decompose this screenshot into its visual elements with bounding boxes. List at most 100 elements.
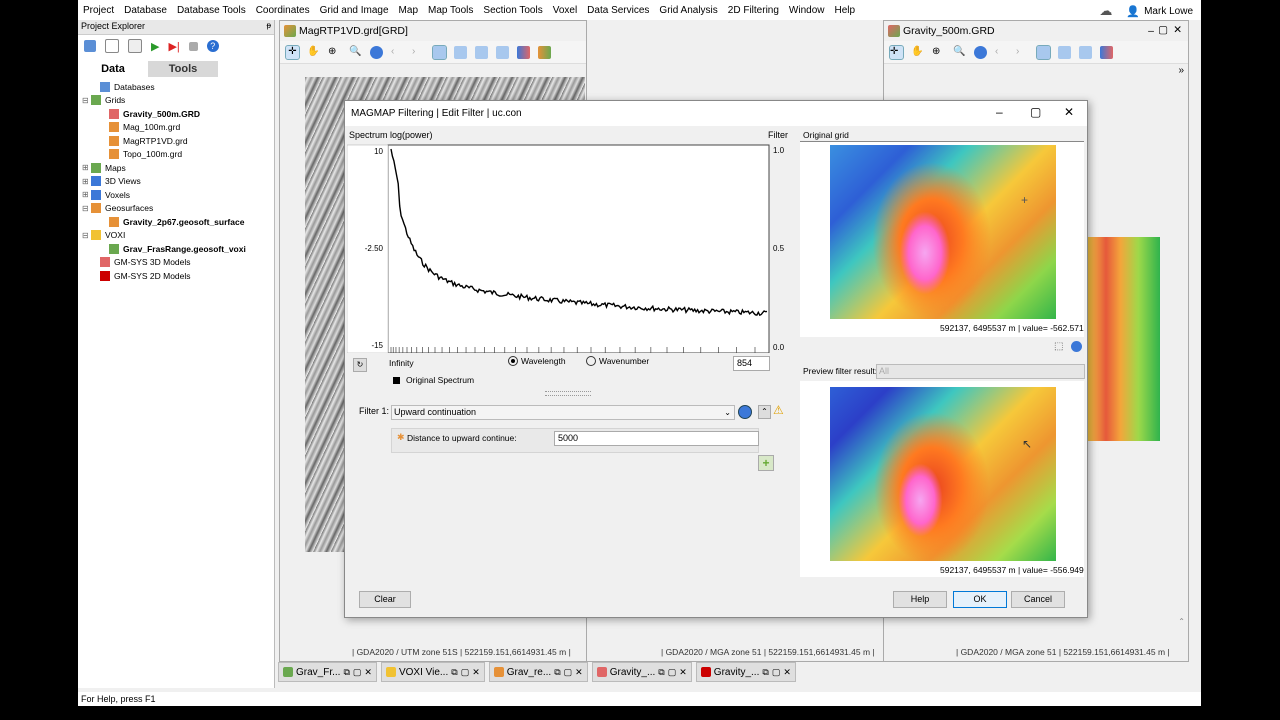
gravity-grid-image[interactable]: [1088, 237, 1160, 441]
forward-icon[interactable]: ›: [412, 46, 425, 59]
color-tool-icon[interactable]: [1100, 45, 1113, 59]
tree-item[interactable]: Topo_100m.grd: [82, 148, 272, 162]
expand-icon[interactable]: ⊞: [82, 163, 91, 172]
original-grid-image[interactable]: [830, 145, 1056, 319]
close-icon[interactable]: ✕: [472, 667, 480, 678]
shade-tool-icon[interactable]: [538, 45, 551, 59]
globe-icon[interactable]: [370, 45, 383, 59]
restore-icon[interactable]: ⧉: [451, 667, 457, 678]
pan-tool-icon[interactable]: ✋: [307, 46, 320, 59]
wavelength-input[interactable]: 854: [733, 356, 770, 371]
close-icon[interactable]: ✕: [364, 667, 372, 678]
menu-item-coordinates[interactable]: Coordinates: [251, 5, 315, 16]
close-icon[interactable]: ✕: [679, 667, 687, 678]
layout-tool-2-icon[interactable]: [454, 45, 467, 59]
select-tool-icon[interactable]: ✛: [285, 44, 300, 60]
filter-info-icon[interactable]: [738, 405, 752, 419]
layout-tool-3-icon[interactable]: [475, 45, 488, 59]
tree-item[interactable]: Databases: [82, 80, 272, 94]
clear-button[interactable]: Clear: [359, 591, 411, 608]
close-icon[interactable]: ✕: [575, 667, 583, 678]
scroll-up-icon[interactable]: ⌃: [1178, 617, 1185, 626]
menu-item-project[interactable]: Project: [78, 5, 119, 16]
maximize-icon[interactable]: ▢: [668, 667, 677, 678]
distance-input[interactable]: 5000: [554, 431, 759, 446]
back-icon[interactable]: ‹: [391, 46, 404, 59]
taskbar-window[interactable]: Grav_re... ⧉ ▢ ✕: [488, 662, 588, 682]
tree-item[interactable]: MagRTP1VD.grd: [82, 134, 272, 148]
cancel-button[interactable]: Cancel: [1011, 591, 1065, 608]
globe-icon[interactable]: [974, 45, 987, 59]
layout-tool-1-icon[interactable]: [1036, 44, 1051, 60]
record-icon[interactable]: ▶|: [168, 40, 179, 53]
minimize-button[interactable]: –: [1148, 25, 1154, 37]
menu-item-2d-filtering[interactable]: 2D Filtering: [723, 5, 784, 16]
collapse-icon[interactable]: ⌃: [758, 405, 771, 419]
wavenumber-radio[interactable]: Wavenumber: [586, 356, 649, 366]
maximize-icon[interactable]: ▢: [353, 667, 362, 678]
tree-item[interactable]: Grav_FrasRange.geosoft_voxi: [82, 242, 272, 256]
maximize-icon[interactable]: ▢: [772, 667, 781, 678]
menu-item-database-tools[interactable]: Database Tools: [172, 5, 251, 16]
preview-select[interactable]: All: [876, 364, 1085, 379]
pin-icon[interactable]: ᵽ: [267, 21, 271, 30]
open-project-icon[interactable]: [84, 40, 96, 52]
folder-icon[interactable]: [105, 39, 119, 53]
preview-grid-image[interactable]: [830, 387, 1056, 561]
expand-icon[interactable]: ⊞: [82, 190, 91, 199]
menu-item-voxel[interactable]: Voxel: [548, 5, 582, 16]
tab-data[interactable]: Data: [78, 61, 148, 77]
globe-icon[interactable]: [1071, 341, 1082, 352]
ok-button[interactable]: OK: [953, 591, 1007, 608]
restore-icon[interactable]: ⧉: [658, 667, 664, 678]
overflow-chevron-icon[interactable]: »: [1178, 65, 1184, 76]
tree-item[interactable]: GM-SYS 3D Models: [82, 256, 272, 270]
zoom-settings-icon[interactable]: ⬚: [1054, 341, 1063, 352]
play-icon[interactable]: ▶: [151, 40, 159, 53]
restore-icon[interactable]: ⧉: [762, 667, 768, 678]
restore-icon[interactable]: ⧉: [554, 667, 560, 678]
back-icon[interactable]: ‹: [995, 46, 1008, 59]
wavelength-radio[interactable]: Wavelength: [508, 356, 566, 366]
taskbar-window[interactable]: Gravity_... ⧉ ▢ ✕: [591, 662, 692, 682]
user-account[interactable]: 👤 Mark Lowe: [1126, 5, 1193, 18]
pan-tool-icon[interactable]: ✋: [911, 46, 924, 59]
menu-item-help[interactable]: Help: [830, 5, 861, 16]
expand-icon[interactable]: ⊟: [82, 96, 91, 105]
close-button[interactable]: ✕: [1173, 24, 1182, 36]
spectrum-plot[interactable]: 10 -2.50 -15 1.0 0.5 0.0: [347, 143, 787, 353]
menu-item-section-tools[interactable]: Section Tools: [478, 5, 547, 16]
maximize-button[interactable]: ▢: [1030, 105, 1041, 119]
taskbar-window[interactable]: Grav_Fr... ⧉ ▢ ✕: [278, 662, 377, 682]
zoom-box-icon[interactable]: ⊕: [328, 46, 341, 59]
tree-item[interactable]: Gravity_500m.GRD: [82, 107, 272, 121]
help-button[interactable]: Help: [893, 591, 947, 608]
layout-tool-3-icon[interactable]: [1079, 45, 1092, 59]
expand-icon[interactable]: ⊟: [82, 204, 91, 213]
minimize-button[interactable]: –: [996, 105, 1003, 119]
zoom-box-icon[interactable]: ⊕: [932, 46, 945, 59]
maximize-button[interactable]: ▢: [1158, 24, 1168, 36]
tab-tools[interactable]: Tools: [148, 61, 218, 77]
taskbar-window[interactable]: Gravity_... ⧉ ▢ ✕: [695, 662, 796, 682]
cloud-icon[interactable]: ☁: [1099, 3, 1112, 19]
gx-icon[interactable]: [128, 39, 142, 53]
add-filter-icon[interactable]: +: [758, 455, 774, 471]
filter-type-select[interactable]: Upward continuation ⌄: [391, 405, 735, 420]
splitter-handle[interactable]: [545, 391, 591, 396]
tree-item[interactable]: ⊞ 3D Views: [82, 175, 272, 189]
tree-item[interactable]: ⊞ Voxels: [82, 188, 272, 202]
zoom-icon[interactable]: 🔍: [953, 46, 966, 59]
tree-item[interactable]: ⊞ Maps: [82, 161, 272, 175]
tree-item[interactable]: GM-SYS 2D Models: [82, 269, 272, 283]
tree-item[interactable]: Mag_100m.grd: [82, 121, 272, 135]
layout-tool-1-icon[interactable]: [432, 44, 447, 60]
help-icon[interactable]: ?: [206, 40, 219, 52]
menu-item-grid-and-image[interactable]: Grid and Image: [315, 5, 394, 16]
layout-tool-4-icon[interactable]: [496, 45, 509, 59]
expand-icon[interactable]: ⊟: [82, 231, 91, 240]
tree-item[interactable]: ⊟ VOXI: [82, 229, 272, 243]
menu-item-window[interactable]: Window: [784, 5, 830, 16]
stop-icon[interactable]: [188, 41, 198, 51]
taskbar-window[interactable]: VOXI Vie... ⧉ ▢ ✕: [380, 662, 485, 682]
